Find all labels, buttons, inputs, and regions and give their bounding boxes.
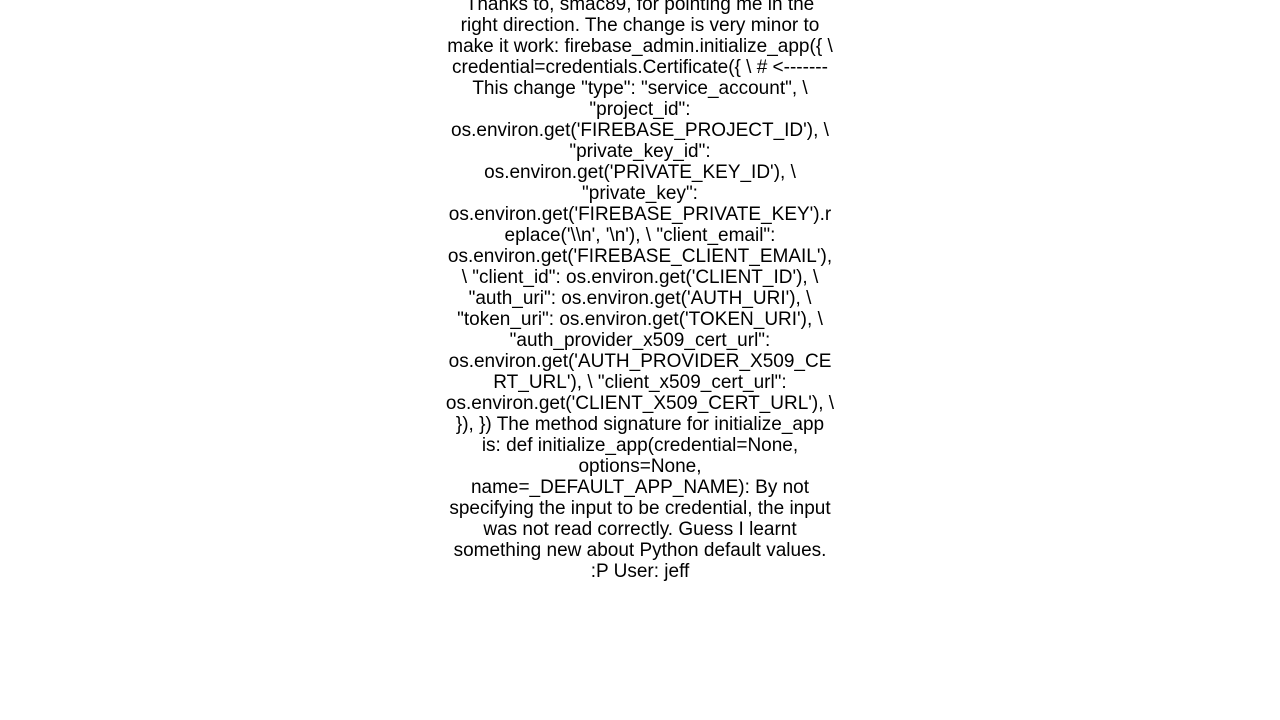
viewport: Thanks to, smac89, for pointing me in th… bbox=[0, 0, 1280, 720]
post-body-text: Thanks to, smac89, for pointing me in th… bbox=[445, 0, 835, 582]
